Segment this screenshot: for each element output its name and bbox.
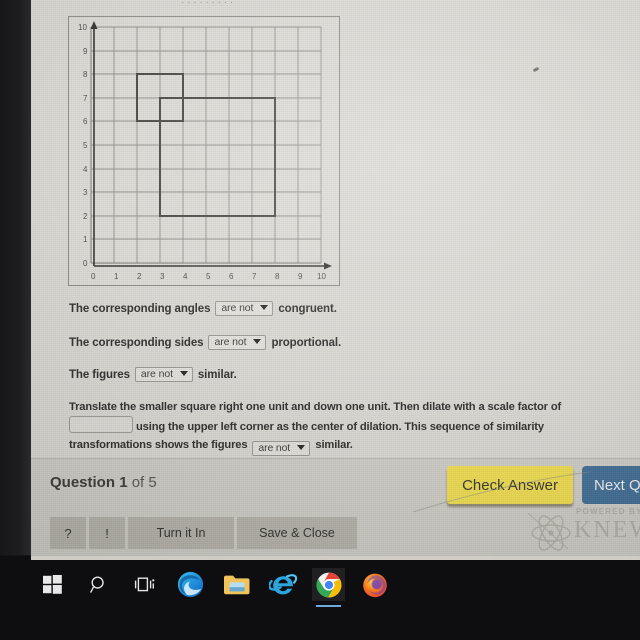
help-button[interactable]: ? <box>50 517 86 549</box>
svg-text:9: 9 <box>83 47 88 56</box>
svg-text:6: 6 <box>229 272 234 281</box>
start-icon[interactable] <box>36 568 69 601</box>
photo-artifact-speck <box>532 66 540 73</box>
y-axis-tick-labels: 10 9 8 7 6 5 4 3 2 1 0 <box>78 23 88 268</box>
question-counter: Question 1 of 5 <box>50 474 157 491</box>
svg-text:9: 9 <box>298 272 303 281</box>
svg-text:2: 2 <box>83 212 88 221</box>
taskbar-top-strip <box>31 556 640 560</box>
dropdown-figures-value: are not <box>140 368 173 380</box>
task-view-glyph-icon <box>134 577 155 592</box>
paragraph-part-3: similar. <box>315 439 353 451</box>
edge-logo-icon <box>177 571 204 598</box>
footer-button-row: ? ! Turn it In Save & Close <box>50 517 357 549</box>
svg-text:5: 5 <box>83 141 88 150</box>
statement-angles-prefix: The corresponding angles <box>69 302 211 315</box>
magnifier-icon <box>89 575 104 593</box>
chevron-down-icon <box>179 370 188 378</box>
question-total: 5 <box>148 474 157 491</box>
statement-figures: The figures are not similar. <box>69 367 237 382</box>
folder-icon <box>223 575 249 594</box>
dropdown-angles-value: are not <box>221 302 254 314</box>
microsoft-edge-icon[interactable] <box>174 568 207 601</box>
save-and-close-button[interactable]: Save & Close <box>237 517 357 549</box>
ie-logo-icon <box>268 573 297 594</box>
svg-text:0: 0 <box>83 259 88 268</box>
x-axis-tick-labels: 0 1 2 3 4 5 6 7 8 9 10 <box>91 272 326 281</box>
monitor-bezel-left <box>0 0 31 555</box>
svg-text:2: 2 <box>137 272 142 281</box>
photographed-monitor-screen: · · · · · · · · · <box>0 0 640 640</box>
dropdown-sides-value: are not <box>214 336 247 348</box>
chevron-down-icon <box>260 304 269 312</box>
statement-angles-suffix: congruent. <box>278 302 337 315</box>
chevron-down-icon <box>297 444 306 452</box>
statement-figures-suffix: similar. <box>197 368 237 381</box>
next-question-button[interactable]: Next Question <box>582 466 640 504</box>
svg-text:10: 10 <box>317 272 326 281</box>
question-of-word: of <box>131 474 145 491</box>
transformation-paragraph: Translate the smaller square right one u… <box>69 398 599 456</box>
dropdown-angles[interactable]: are not <box>215 301 274 316</box>
svg-text:7: 7 <box>83 94 88 103</box>
svg-text:3: 3 <box>83 188 88 197</box>
svg-text:8: 8 <box>83 70 88 79</box>
larger-square <box>159 97 276 217</box>
question-footer: Question 1 of 5 ? ! Turn it In Save & Cl… <box>31 458 640 556</box>
google-chrome-icon[interactable] <box>312 568 345 607</box>
svg-text:6: 6 <box>83 117 88 126</box>
dropdown-figures[interactable]: are not <box>134 367 193 382</box>
chrome-logo-icon <box>316 572 341 597</box>
firefox-icon[interactable] <box>358 568 391 601</box>
svg-text:8: 8 <box>275 272 280 281</box>
check-answer-button[interactable]: Check Answer <box>447 466 573 504</box>
firefox-logo-icon <box>362 573 387 597</box>
statement-sides: The corresponding sides are not proporti… <box>69 335 341 350</box>
dropdown-sequence-value: are not <box>258 442 291 454</box>
statement-angles: The corresponding angles are not congrue… <box>69 301 337 316</box>
dropdown-sides[interactable]: are not <box>208 335 267 350</box>
question-word: Question <box>50 474 116 491</box>
windows-taskbar <box>0 556 640 640</box>
grid-lines <box>90 26 322 264</box>
svg-text:3: 3 <box>160 272 165 281</box>
scale-factor-input[interactable] <box>69 416 133 433</box>
svg-text:10: 10 <box>78 23 87 32</box>
coordinate-graph: 10 9 8 7 6 5 4 3 2 1 0 0 1 2 3 4 5 6 7 8… <box>68 16 340 286</box>
windows-logo-icon <box>43 575 62 594</box>
turn-it-in-button[interactable]: Turn it In <box>128 517 234 549</box>
search-icon[interactable] <box>82 568 115 601</box>
svg-text:1: 1 <box>83 235 88 244</box>
paragraph-part-1: Translate the smaller square right one u… <box>69 401 562 413</box>
taskbar-items <box>36 568 391 607</box>
statement-sides-suffix: proportional. <box>271 336 342 349</box>
svg-text:5: 5 <box>206 272 211 281</box>
dropdown-sequence-similar[interactable]: are not <box>252 441 311 456</box>
task-view-icon[interactable] <box>128 568 161 601</box>
chevron-down-icon <box>253 338 262 346</box>
browser-page: · · · · · · · · · <box>31 0 640 556</box>
question-number: 1 <box>119 474 128 491</box>
svg-text:0: 0 <box>91 272 96 281</box>
alert-button[interactable]: ! <box>89 517 125 549</box>
statement-sides-prefix: The corresponding sides <box>69 336 204 349</box>
statement-figures-prefix: The figures <box>69 368 130 381</box>
svg-text:4: 4 <box>83 165 88 174</box>
file-explorer-icon[interactable] <box>220 568 253 601</box>
graph-svg: 10 9 8 7 6 5 4 3 2 1 0 0 1 2 3 4 5 6 7 8… <box>78 21 332 281</box>
svg-text:7: 7 <box>252 272 257 281</box>
truncated-top-text: · · · · · · · · · <box>181 0 621 5</box>
internet-explorer-icon[interactable] <box>266 568 299 601</box>
svg-text:4: 4 <box>183 272 188 281</box>
svg-text:1: 1 <box>114 272 119 281</box>
